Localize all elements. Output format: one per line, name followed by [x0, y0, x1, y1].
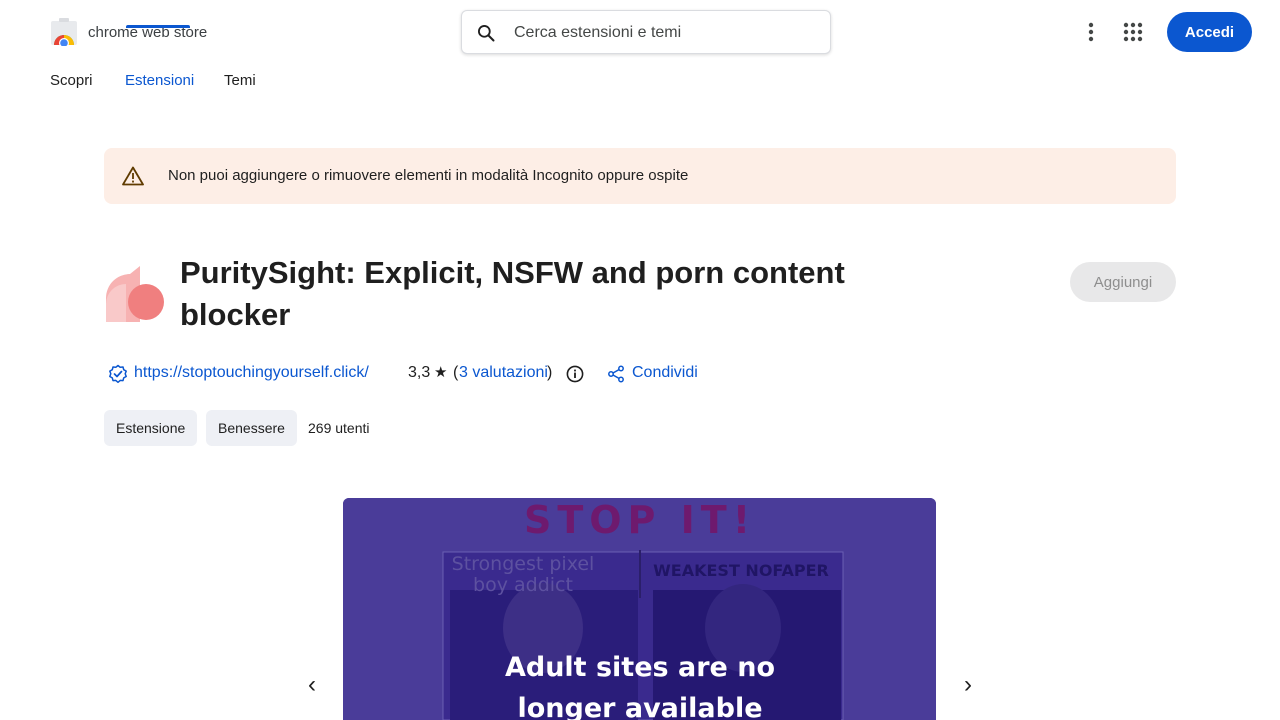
user-count: 269 utenti: [308, 420, 370, 436]
google-apps-icon[interactable]: [1122, 21, 1144, 43]
sign-in-button[interactable]: Accedi: [1167, 12, 1252, 52]
chip-wellbeing[interactable]: Benessere: [206, 410, 297, 446]
extension-logo-icon: [106, 266, 164, 322]
search-icon[interactable]: [476, 23, 496, 43]
slide-left-caption-2: boy addict: [473, 574, 573, 596]
star-icon: ★: [434, 364, 448, 381]
developer-website-link[interactable]: https://stoptouchingyourself.click/: [134, 364, 369, 382]
tab-extensions[interactable]: Estensioni: [125, 72, 194, 89]
rating-value: 3,3: [408, 364, 431, 381]
active-tab-indicator: [126, 25, 190, 28]
ratings-count-link[interactable]: 3 valutazioni: [459, 364, 548, 382]
banner-text: Non puoi aggiungere o rimuovere elementi…: [168, 167, 689, 184]
tab-discover[interactable]: Scopri: [50, 72, 93, 89]
paren-open: (: [453, 364, 459, 381]
search-box[interactable]: [461, 10, 831, 54]
verified-badge-icon: [109, 364, 127, 384]
slide-overlay-line-2: longer available: [517, 693, 762, 720]
carousel-slide-image: STOP IT! Strongest pixel boy addict WEAK…: [343, 498, 936, 720]
share-icon[interactable]: [607, 365, 625, 383]
incognito-warning-banner: Non puoi aggiungere o rimuovere elementi…: [104, 148, 1176, 204]
paren-close: ): [547, 364, 553, 381]
add-to-chrome-button[interactable]: Aggiungi: [1070, 262, 1176, 302]
slide-heading: STOP IT!: [524, 498, 756, 542]
chrome-web-store-logo[interactable]: [50, 18, 78, 46]
screenshot-carousel[interactable]: STOP IT! Strongest pixel boy addict WEAK…: [343, 498, 936, 720]
slide-left-caption-1: Strongest pixel: [452, 553, 595, 575]
chip-extension[interactable]: Estensione: [104, 410, 198, 446]
slide-overlay-line-1: Adult sites are no: [505, 652, 775, 683]
carousel-next-button[interactable]: ›: [956, 672, 980, 698]
share-link[interactable]: Condividi: [632, 364, 698, 382]
slide-right-caption: WEAKEST NOFAPER: [653, 561, 829, 580]
top-bar: chrome web store Accedi: [0, 0, 1280, 64]
search-input[interactable]: [514, 21, 814, 45]
tab-themes[interactable]: Temi: [224, 72, 256, 89]
info-icon[interactable]: [566, 365, 584, 383]
warning-icon: [122, 166, 144, 186]
more-options-icon[interactable]: [1080, 20, 1102, 44]
carousel-prev-button[interactable]: ‹: [300, 672, 324, 698]
extension-title: PuritySight: Explicit, NSFW and porn con…: [180, 255, 845, 332]
